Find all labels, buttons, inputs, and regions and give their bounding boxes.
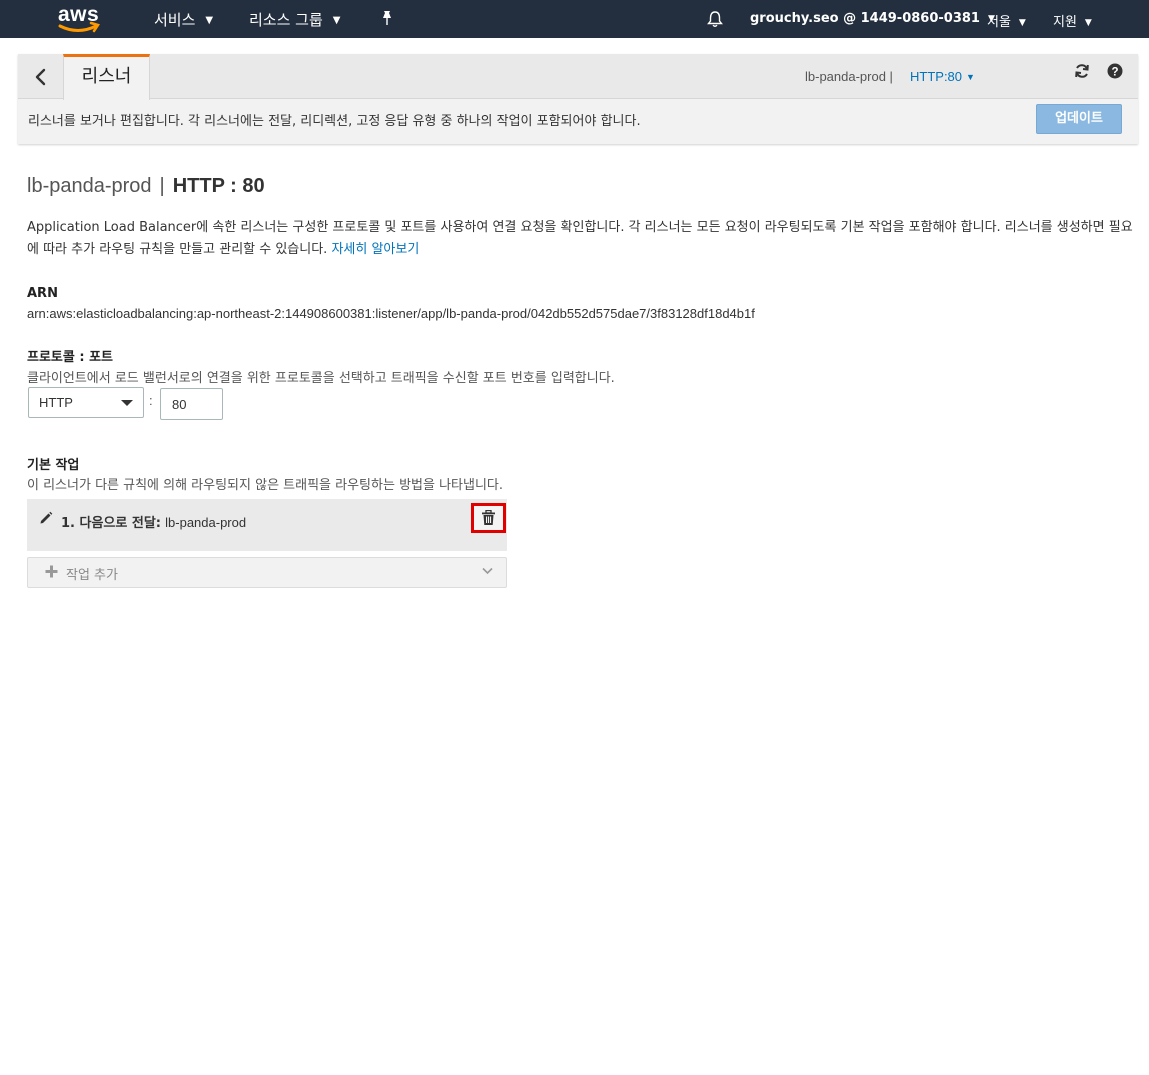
- caret-down-icon: ▼: [205, 15, 214, 26]
- add-action-label: 작업 추가: [66, 568, 118, 583]
- arn-value: arn:aws:elasticloadbalancing:ap-northeas…: [27, 306, 755, 321]
- services-menu[interactable]: 서비스 ▼: [154, 9, 213, 30]
- chevron-down-icon: [482, 567, 493, 575]
- caret-down-icon: ▼: [332, 15, 341, 26]
- region-label: 서울: [987, 15, 1011, 30]
- tab-listener[interactable]: 리스너: [63, 54, 150, 100]
- top-navbar: aws 서비스 ▼ 리소스 그룹 ▼ grouchy.seo @ 1449-0860…: [0, 0, 1149, 38]
- account-menu[interactable]: grouchy.seo @ 1449-0860-0381 ▼: [750, 11, 995, 26]
- back-arrow-icon[interactable]: [32, 66, 50, 88]
- panel-tabbar: 리스너 lb-panda-prod | HTTP:80 ▼ ?: [18, 54, 1138, 100]
- caret-down-icon: ▼: [1084, 18, 1092, 28]
- chevron-down-icon: ▼: [966, 72, 975, 82]
- listener-description-text: Application Load Balancer에 속한 리스너는 구성한 프…: [27, 220, 1133, 257]
- add-action-button[interactable]: 작업 추가: [27, 557, 507, 588]
- default-action-target: lb-panda-prod: [165, 515, 247, 530]
- page-title: lb-panda-prod | HTTP : 80: [27, 175, 265, 198]
- pencil-icon[interactable]: [39, 511, 53, 525]
- learn-more-link[interactable]: 자세히 알아보기: [331, 242, 419, 257]
- arn-label: ARN: [27, 286, 58, 301]
- aws-logo[interactable]: aws: [56, 2, 104, 34]
- account-label: grouchy.seo @ 1449-0860-0381: [750, 11, 980, 26]
- support-label: 지원: [1053, 15, 1077, 30]
- default-action-text: 1. 다음으로 전달: lb-panda-prod: [61, 512, 246, 531]
- port-separator: :: [149, 393, 153, 408]
- listener-selector[interactable]: HTTP:80 ▼: [910, 69, 975, 84]
- listener-description: Application Load Balancer에 속한 리스너는 구성한 프…: [27, 217, 1137, 261]
- breadcrumb-load-balancer: lb-panda-prod |: [805, 69, 893, 84]
- aws-smile-icon: [58, 21, 100, 33]
- region-menu[interactable]: 서울 ▼: [987, 11, 1026, 30]
- svg-text:?: ?: [1111, 66, 1118, 78]
- listener-selector-label: HTTP:80: [910, 69, 963, 84]
- caret-down-icon: [121, 400, 133, 406]
- help-icon[interactable]: ?: [1107, 63, 1123, 79]
- services-label: 서비스: [154, 11, 196, 29]
- protocol-port-label: 프로토콜 : 포트: [27, 350, 114, 365]
- pin-icon[interactable]: [380, 10, 394, 26]
- plus-icon: [45, 565, 58, 578]
- default-action-item: 1. 다음으로 전달: lb-panda-prod: [27, 499, 507, 551]
- protocol-select-value: HTTP: [39, 395, 73, 410]
- port-input[interactable]: 80: [160, 388, 223, 420]
- delete-action-button[interactable]: [471, 503, 506, 533]
- default-action-label: 기본 작업: [27, 458, 80, 473]
- caret-down-icon: ▼: [1018, 18, 1026, 28]
- panel-description: 리스너를 보거나 편집합니다. 각 리스너에는 전달, 리디렉션, 고정 응답 …: [28, 114, 641, 129]
- update-button[interactable]: 업데이트: [1036, 104, 1122, 134]
- default-action-type: 1. 다음으로 전달:: [61, 516, 161, 531]
- resource-groups-label: 리소스 그룹: [249, 11, 323, 29]
- protocol-select[interactable]: HTTP: [28, 387, 144, 418]
- resource-groups-menu[interactable]: 리소스 그룹 ▼: [249, 9, 340, 30]
- default-action-help: 이 리스너가 다른 규칙에 의해 라우팅되지 않은 트래픽을 라우팅하는 방법을…: [27, 478, 504, 493]
- trash-icon: [482, 510, 495, 525]
- protocol-port-help: 클라이언트에서 로드 밸런서로의 연결을 위한 프로토콜을 선택하고 트래픽을 …: [27, 371, 615, 386]
- bell-icon[interactable]: [706, 10, 724, 28]
- refresh-icon[interactable]: [1074, 63, 1090, 79]
- listener-header-panel: 리스너 lb-panda-prod | HTTP:80 ▼ ? 리스너를 보거나 …: [18, 54, 1138, 144]
- title-protocol: HTTP : 80: [172, 175, 265, 197]
- title-load-balancer: lb-panda-prod: [27, 175, 152, 197]
- support-menu[interactable]: 지원 ▼: [1053, 11, 1092, 30]
- title-separator: |: [159, 175, 165, 197]
